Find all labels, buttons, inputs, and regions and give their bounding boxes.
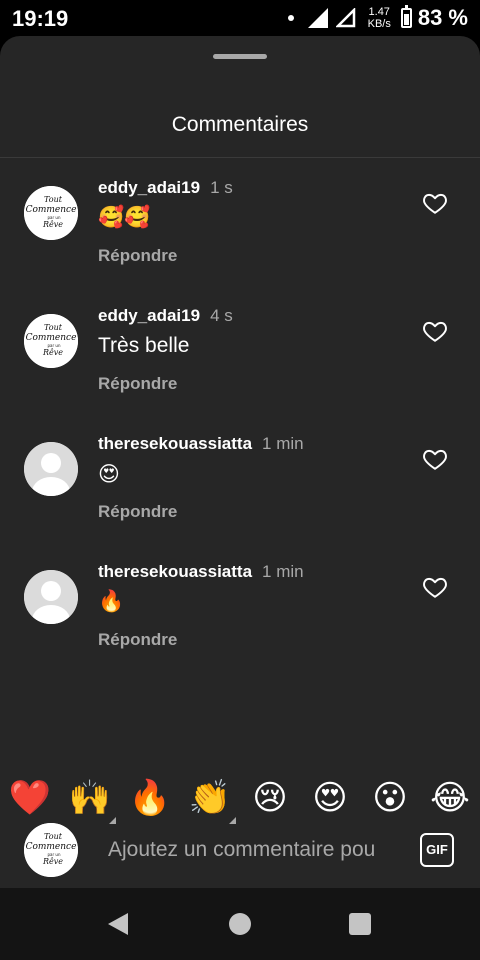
add-comment-row: Tout Commence par un Rêve GIF bbox=[0, 817, 480, 888]
comment-text: Très belle bbox=[98, 334, 190, 357]
emoji-heart-eyes[interactable]: 😍 bbox=[308, 776, 352, 820]
navigation-bar bbox=[0, 888, 480, 960]
comment-time: 1 min bbox=[262, 562, 304, 581]
heart-icon[interactable] bbox=[422, 446, 448, 472]
comment-header: eddy_adai19 4 s bbox=[98, 306, 233, 326]
logo-text-line2: Commence bbox=[26, 333, 77, 343]
comment-username[interactable]: eddy_adai19 bbox=[98, 178, 200, 197]
gif-button[interactable]: GIF bbox=[420, 833, 454, 867]
reply-button[interactable]: Répondre bbox=[98, 502, 177, 522]
logo-text-line1: Tout bbox=[44, 195, 63, 204]
reply-button[interactable]: Répondre bbox=[98, 630, 177, 650]
emoji-clapping-hands[interactable]: 👏 bbox=[188, 776, 236, 824]
signal-icon bbox=[307, 8, 328, 28]
comment-time: 1 s bbox=[210, 178, 233, 197]
comment-username[interactable]: theresekouassiatta bbox=[98, 434, 252, 453]
battery-percent: 83 % bbox=[417, 5, 468, 30]
status-indicators: 1.47 KB/s 83 % bbox=[287, 4, 468, 32]
battery-icon bbox=[400, 5, 412, 28]
network-speed: 1.47 KB/s bbox=[368, 6, 391, 30]
emoji-surprised[interactable]: 😮 bbox=[368, 776, 412, 820]
status-time: 19:19 bbox=[12, 6, 69, 31]
signal-empty-icon bbox=[335, 8, 355, 28]
reply-button[interactable]: Répondre bbox=[98, 246, 177, 266]
recent-apps-icon[interactable] bbox=[349, 913, 371, 935]
brand-logo-icon: Tout Commence par un Rêve bbox=[24, 186, 78, 240]
emoji-laughing[interactable]: 😂 bbox=[428, 776, 472, 820]
comment-username[interactable]: eddy_adai19 bbox=[98, 306, 200, 325]
comment-time: 1 min bbox=[262, 434, 304, 453]
comment-time: 4 s bbox=[210, 306, 233, 325]
current-user-avatar: Tout Commence par un Rêve bbox=[24, 823, 78, 877]
comment-header: eddy_adai19 1 s bbox=[98, 178, 233, 198]
brand-logo-icon: Tout Commence par un Rêve bbox=[24, 314, 78, 368]
drag-handle[interactable] bbox=[213, 54, 267, 59]
comments-sheet: Commentaires Tout Commence par un Rêve e… bbox=[0, 36, 480, 888]
avatar[interactable]: Tout Commence par un Rêve bbox=[24, 186, 78, 240]
logo-text-line2: Commence bbox=[26, 842, 77, 852]
emoji-heart[interactable]: ❤️ bbox=[8, 776, 52, 820]
comment-text: 🔥 bbox=[98, 590, 125, 613]
comment-text: 🥰🥰 bbox=[98, 206, 151, 229]
logo-text-line2: Commence bbox=[26, 205, 77, 215]
logo-text-line1: Tout bbox=[44, 832, 63, 841]
network-speed-value: 1.47 bbox=[368, 6, 390, 18]
avatar[interactable]: Tout Commence par un Rêve bbox=[24, 314, 78, 368]
notification-dot-icon bbox=[287, 15, 294, 21]
logo-text-line4: Rêve bbox=[42, 348, 63, 357]
sheet-title: Commentaires bbox=[171, 113, 309, 136]
status-bar: 19:19 1.47 KB/s 83 % bbox=[0, 0, 480, 36]
comment-input[interactable] bbox=[108, 835, 398, 865]
default-user-icon bbox=[24, 570, 78, 624]
avatar[interactable] bbox=[24, 442, 78, 496]
comment-header: theresekouassiatta 1 min bbox=[98, 434, 304, 454]
comment-item: Tout Commence par un Rêve eddy_adai19 1 s… bbox=[0, 174, 480, 284]
logo-text-line4: Rêve bbox=[42, 857, 63, 866]
emoji-raising-hands[interactable]: 🙌 bbox=[68, 776, 116, 824]
emoji-raising-hands-glyph: 🙌 bbox=[68, 779, 112, 817]
comment-item: Tout Commence par un Rêve eddy_adai19 4 s… bbox=[0, 302, 480, 412]
network-speed-unit: KB/s bbox=[367, 18, 391, 30]
home-icon[interactable] bbox=[229, 913, 251, 935]
reply-button[interactable]: Répondre bbox=[98, 374, 177, 394]
back-icon[interactable] bbox=[108, 913, 128, 935]
avatar[interactable] bbox=[24, 570, 78, 624]
comment-header: theresekouassiatta 1 min bbox=[98, 562, 304, 582]
emoji-crying[interactable]: 😢 bbox=[248, 776, 292, 820]
comment-text: 😍 bbox=[98, 463, 120, 486]
comment-item: theresekouassiatta 1 min 🔥 Répondre bbox=[0, 558, 480, 668]
logo-text-line1: Tout bbox=[44, 323, 63, 332]
comment-username[interactable]: theresekouassiatta bbox=[98, 562, 252, 581]
title-divider bbox=[0, 157, 480, 158]
comment-item: theresekouassiatta 1 min 😍 Répondre bbox=[0, 430, 480, 540]
heart-icon[interactable] bbox=[422, 190, 448, 216]
logo-text-line4: Rêve bbox=[42, 220, 63, 229]
emoji-fire[interactable]: 🔥 bbox=[128, 776, 172, 820]
default-user-icon bbox=[24, 442, 78, 496]
brand-logo-icon: Tout Commence par un Rêve bbox=[24, 823, 78, 877]
emoji-clapping-hands-glyph: 👏 bbox=[188, 779, 232, 817]
heart-icon[interactable] bbox=[422, 318, 448, 344]
heart-icon[interactable] bbox=[422, 574, 448, 600]
